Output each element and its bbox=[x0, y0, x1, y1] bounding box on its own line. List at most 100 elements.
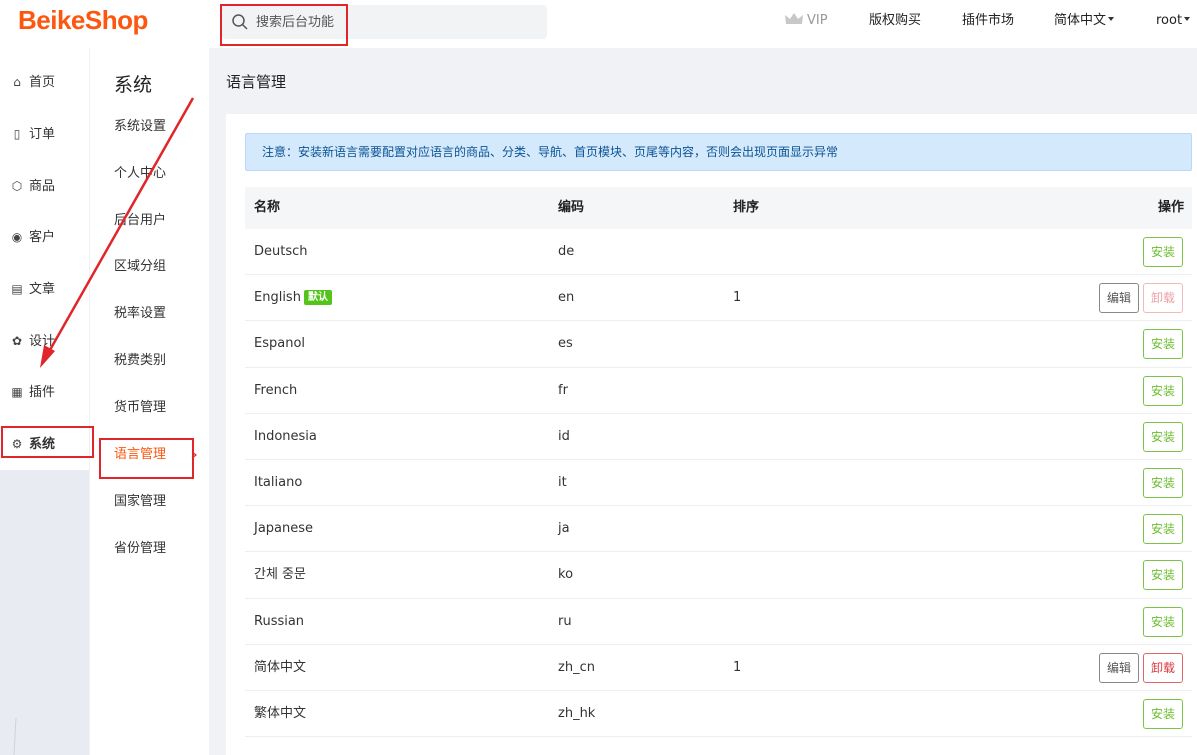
table-row: Indonesia id 安装 bbox=[245, 414, 1192, 460]
sidebar-item-plugins[interactable]: ▦ 插件 bbox=[0, 366, 89, 418]
row-actions: 安装 bbox=[1142, 698, 1183, 729]
install-button[interactable]: 安装 bbox=[1142, 329, 1183, 360]
column-header-name: 名称 bbox=[254, 200, 281, 215]
row-actions: 安装 bbox=[1142, 467, 1183, 498]
install-button[interactable]: 安装 bbox=[1142, 514, 1183, 545]
sidebar-item-articles[interactable]: ▤ 文章 bbox=[0, 263, 89, 315]
language-dropdown[interactable]: 简体中文 bbox=[1054, 0, 1115, 44]
logo[interactable]: BeikeShop bbox=[18, 5, 148, 36]
sidebar-item-design[interactable]: ✿ 设计 bbox=[0, 315, 89, 367]
install-button[interactable]: 安装 bbox=[1142, 467, 1183, 498]
crown-icon bbox=[785, 13, 803, 24]
submenu-item-zones[interactable]: 区域分组 bbox=[114, 257, 166, 277]
caret-down-icon bbox=[1108, 17, 1115, 21]
language-name-text: Indonesia bbox=[254, 428, 317, 444]
table-row: 繁体中文 zh_hk 安装 bbox=[245, 691, 1192, 738]
row-actions: 安装 bbox=[1142, 421, 1183, 452]
install-button[interactable]: 安装 bbox=[1142, 421, 1183, 452]
submenu-item-system-settings[interactable]: 系统设置 bbox=[114, 117, 166, 137]
language-code: fr bbox=[558, 382, 568, 398]
vip-link[interactable]: VIP bbox=[784, 0, 828, 44]
column-header-sort: 排序 bbox=[733, 200, 760, 215]
submenu-item-admin-users[interactable]: 后台用户 bbox=[114, 211, 166, 231]
language-name: Japanese bbox=[254, 506, 313, 551]
row-actions: 安装 bbox=[1142, 560, 1183, 591]
sidebar-item-label: 客户 bbox=[29, 230, 56, 245]
row-actions: 编辑 卸载 bbox=[1098, 652, 1183, 683]
submenu-item-tax-classes[interactable]: 税费类别 bbox=[114, 351, 166, 371]
install-button[interactable]: 安装 bbox=[1142, 375, 1183, 406]
table-header: 名称 编码 排序 操作 bbox=[245, 187, 1192, 229]
language-card: 注意：安装新语言需要配置对应语言的商品、分类、导航、首页模块、页尾等内容，否则会… bbox=[226, 114, 1197, 755]
install-button[interactable]: 安装 bbox=[1142, 560, 1183, 591]
edit-button[interactable]: 编辑 bbox=[1098, 652, 1139, 683]
language-sort: 1 bbox=[733, 659, 742, 675]
sub-sidebar: 系统 系统设置 个人中心 后台用户 区域分组 税率设置 税费类别 货币管理 语言… bbox=[89, 48, 209, 755]
language-name-text: Espanol bbox=[254, 336, 306, 352]
language-name-text: Italiano bbox=[254, 474, 303, 490]
sidebar-item-label: 商品 bbox=[29, 179, 56, 194]
language-code: de bbox=[558, 244, 575, 259]
language-label: 简体中文 bbox=[1054, 13, 1107, 28]
language-code: it bbox=[558, 474, 567, 490]
install-button[interactable]: 安装 bbox=[1142, 698, 1183, 729]
sidebar-bottom-area bbox=[0, 468, 89, 755]
table-row: French fr 安装 bbox=[245, 368, 1192, 414]
file-icon: ▤ bbox=[11, 282, 23, 296]
language-name-text: English bbox=[254, 290, 301, 306]
row-actions: 安装 bbox=[1142, 514, 1183, 545]
install-button[interactable]: 安装 bbox=[1142, 237, 1183, 267]
table-row: English 默认 en 1 编辑 卸载 bbox=[245, 275, 1192, 322]
user-label: root bbox=[1156, 13, 1183, 28]
language-table-body: Deutsch de 安装 English 默认 en 1 编辑 卸载 Espanol es 安装 Fr… bbox=[245, 229, 1192, 738]
sidebar-item-customers[interactable]: ◉ 客户 bbox=[0, 211, 89, 263]
language-code: zh_hk bbox=[558, 705, 596, 721]
install-button[interactable]: 安装 bbox=[1142, 606, 1183, 637]
search-icon bbox=[232, 14, 248, 30]
copyright-link[interactable]: 版权购买 bbox=[869, 0, 921, 44]
language-code: ru bbox=[558, 613, 572, 629]
submenu-item-countries[interactable]: 国家管理 bbox=[114, 492, 166, 512]
row-actions: 安装 bbox=[1142, 237, 1183, 267]
submenu-item-profile[interactable]: 个人中心 bbox=[114, 164, 166, 184]
sidebar-item-products[interactable]: ⬡ 商品 bbox=[0, 160, 89, 212]
user-dropdown[interactable]: root bbox=[1156, 0, 1191, 44]
page-title: 语言管理 bbox=[226, 73, 287, 91]
language-name: Russian bbox=[254, 599, 304, 644]
uninstall-button[interactable]: 卸载 bbox=[1142, 652, 1183, 683]
sidebar-item-label: 文章 bbox=[29, 282, 56, 297]
sidebar-item-label: 首页 bbox=[29, 75, 56, 90]
language-name: 简体中文 bbox=[254, 645, 306, 690]
language-code: en bbox=[558, 290, 575, 306]
column-header-code: 编码 bbox=[558, 200, 585, 215]
sidebar-item-home[interactable]: ⌂ 首页 bbox=[0, 56, 89, 108]
sidebar-item-orders[interactable]: ▯ 订单 bbox=[0, 108, 89, 160]
sidebar-item-system[interactable]: ⚙ 系统 bbox=[0, 418, 89, 470]
language-code: es bbox=[558, 336, 573, 352]
language-name: 간체 중문 bbox=[254, 552, 306, 597]
language-name-text: 简体中文 bbox=[254, 659, 307, 675]
search-input[interactable] bbox=[256, 11, 536, 33]
submenu-item-languages[interactable]: 语言管理 bbox=[114, 445, 166, 465]
submenu-item-tax-rates[interactable]: 税率设置 bbox=[114, 304, 166, 324]
language-name: French bbox=[254, 368, 297, 413]
notice-alert: 注意：安装新语言需要配置对应语言的商品、分类、导航、首页模块、页尾等内容，否则会… bbox=[245, 133, 1192, 171]
language-name: Indonesia bbox=[254, 414, 317, 459]
top-header: BeikeShop VIP 版权购买 插件市场 简体中文 root bbox=[0, 0, 1197, 48]
uninstall-button[interactable]: 卸载 bbox=[1142, 283, 1183, 314]
table-row: Italiano it 安装 bbox=[245, 460, 1192, 507]
row-actions: 安装 bbox=[1142, 606, 1183, 637]
language-name-text: 간체 중문 bbox=[254, 567, 306, 583]
language-name: Italiano bbox=[254, 460, 302, 505]
language-name: Espanol bbox=[254, 321, 305, 366]
submenu-item-provinces[interactable]: 省份管理 bbox=[114, 539, 166, 559]
marketplace-link[interactable]: 插件市场 bbox=[962, 0, 1014, 44]
language-name-text: Russian bbox=[254, 613, 305, 629]
language-name: 繁体中文 bbox=[254, 691, 306, 736]
row-actions: 编辑 卸载 bbox=[1098, 283, 1183, 314]
edit-button[interactable]: 编辑 bbox=[1098, 283, 1139, 314]
search-box[interactable] bbox=[222, 5, 547, 39]
submenu-item-currencies[interactable]: 货币管理 bbox=[114, 398, 166, 418]
language-name-text: 繁体中文 bbox=[254, 705, 307, 721]
palette-icon: ✿ bbox=[11, 334, 23, 348]
